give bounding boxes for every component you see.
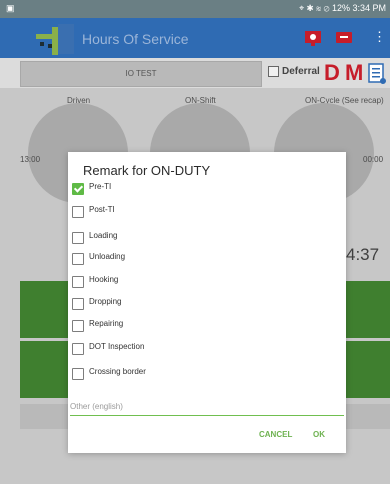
- option-loading[interactable]: Loading: [72, 229, 312, 247]
- option-label: Post-TI: [89, 205, 115, 214]
- option-checkbox[interactable]: [72, 232, 84, 244]
- message-icon[interactable]: [335, 29, 353, 47]
- driving-block[interactable]: [20, 341, 68, 398]
- cancel-button[interactable]: CANCEL: [259, 430, 292, 439]
- option-dot-inspection[interactable]: DOT Inspection: [72, 340, 312, 358]
- m-indicator[interactable]: M: [345, 60, 363, 86]
- current-time: 4:37: [346, 245, 380, 264]
- option-checkbox[interactable]: [72, 368, 84, 380]
- status-text: 12% 3:34 PM: [331, 3, 386, 13]
- option-label: DOT Inspection: [89, 342, 145, 351]
- location-icon: ⌖: [299, 3, 305, 13]
- oncycle-time: 00:00: [363, 155, 384, 164]
- deferral-checkbox[interactable]: Deferral: [268, 66, 320, 77]
- tab-row: IO TEST Deferral D M: [0, 58, 390, 88]
- option-post-ti[interactable]: Post-TI: [72, 203, 312, 221]
- on-duty-block-right[interactable]: [346, 281, 390, 338]
- blocked-icon: ⊘: [323, 3, 330, 13]
- record-icon[interactable]: [304, 29, 322, 47]
- status-info: ⌖ ✱ ≋ ⊘ 12% 3:34 PM: [299, 3, 386, 14]
- image-icon: ▣: [6, 3, 15, 13]
- option-unloading[interactable]: Unloading: [72, 250, 312, 268]
- driving-block-right[interactable]: [346, 341, 390, 398]
- option-hooking[interactable]: Hooking: [72, 273, 312, 291]
- option-label: Crossing border: [89, 367, 146, 376]
- app-logo-icon: [36, 24, 74, 55]
- option-checkbox[interactable]: [72, 343, 84, 355]
- option-pre-ti[interactable]: Pre-TI: [72, 180, 312, 198]
- deferral-label: Deferral: [282, 66, 320, 78]
- option-checkbox[interactable]: [72, 276, 84, 288]
- option-label: Repairing: [89, 319, 124, 328]
- option-label: Loading: [89, 231, 118, 240]
- more-icon[interactable]: ⋮: [373, 29, 386, 45]
- option-label: Dropping: [89, 297, 122, 306]
- remark-dialog: Remark for ON-DUTY Pre-TI Post-TI Loadin…: [68, 152, 346, 453]
- wifi-icon: ≋: [315, 3, 322, 13]
- option-checkbox[interactable]: [72, 298, 84, 310]
- option-checkbox[interactable]: [72, 253, 84, 265]
- option-label: Unloading: [89, 252, 126, 261]
- document-icon[interactable]: [368, 63, 386, 85]
- driven-time: 13:00: [20, 155, 41, 164]
- tab-io-test[interactable]: IO TEST: [20, 61, 262, 87]
- bluetooth-icon: ✱: [306, 3, 314, 13]
- dialog-title: Remark for ON-DUTY: [83, 163, 211, 178]
- ok-button[interactable]: OK: [313, 430, 325, 439]
- status-bar: ▣ ⌖ ✱ ≋ ⊘ 12% 3:34 PM: [0, 0, 390, 18]
- app-title: Hours Of Service: [82, 31, 189, 47]
- on-duty-block[interactable]: [20, 281, 68, 338]
- option-label: Pre-TI: [89, 182, 112, 191]
- option-label: Hooking: [89, 275, 119, 284]
- d-indicator[interactable]: D: [324, 60, 340, 86]
- option-checkbox[interactable]: [72, 320, 84, 332]
- option-crossing-border[interactable]: Crossing border: [72, 365, 312, 383]
- option-checkbox[interactable]: [72, 183, 84, 195]
- option-checkbox[interactable]: [72, 206, 84, 218]
- option-dropping[interactable]: Dropping: [72, 295, 312, 313]
- option-repairing[interactable]: Repairing: [72, 317, 312, 335]
- other-remark-input[interactable]: [70, 398, 344, 416]
- deferral-box[interactable]: [268, 66, 279, 77]
